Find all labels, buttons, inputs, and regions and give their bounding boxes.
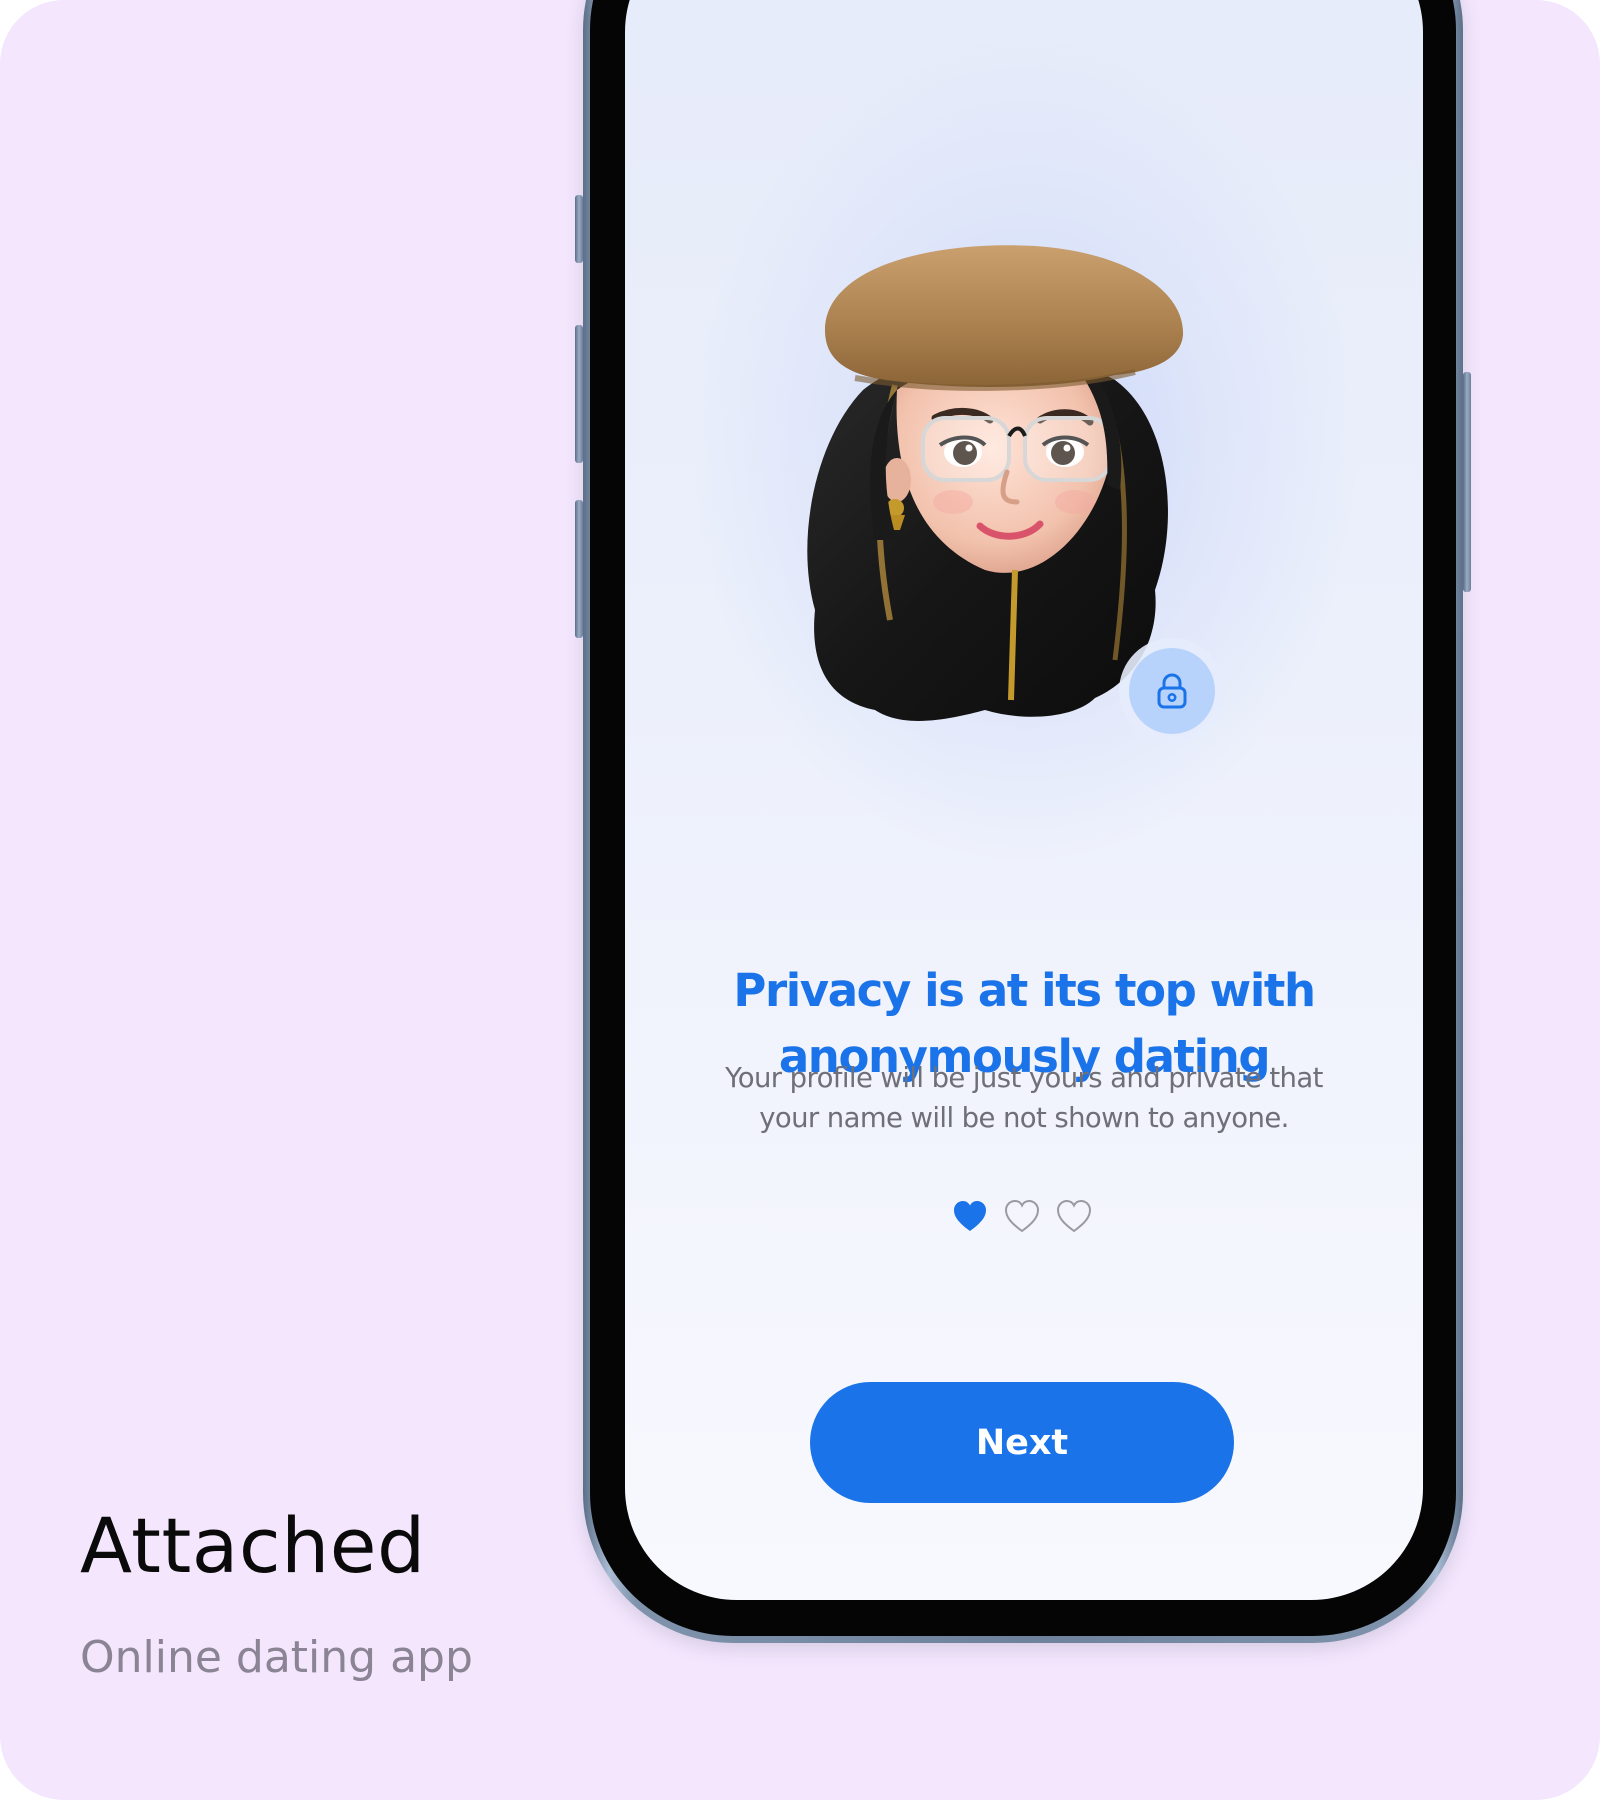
next-button[interactable]: Next	[810, 1382, 1234, 1503]
caption-subtitle: Online dating app	[80, 1632, 473, 1683]
heart-icon-inactive[interactable]	[1003, 1198, 1041, 1234]
headline-line-1: Privacy is at its top with	[733, 964, 1316, 1017]
privacy-lock-badge	[1129, 648, 1215, 734]
phone-volume-up-button	[575, 325, 583, 463]
showcase-card: Attached Online dating app Privacy is at…	[0, 0, 1600, 1800]
phone-screen: Privacy is at its top with anonymously d…	[625, 0, 1423, 1600]
caption-title: Attached	[80, 1501, 426, 1590]
onboarding-description: Your profile will be just yours and priv…	[625, 1058, 1423, 1138]
phone-power-button	[1463, 372, 1471, 592]
phone-action-button	[575, 195, 583, 263]
page-indicator	[951, 1196, 1097, 1236]
description-line-2: your name will be not shown to anyone.	[759, 1102, 1289, 1134]
phone-volume-down-button	[575, 500, 583, 638]
description-line-1: Your profile will be just yours and priv…	[725, 1062, 1323, 1094]
lock-icon	[1157, 673, 1187, 709]
heart-icon-active[interactable]	[951, 1198, 989, 1234]
heart-icon-inactive[interactable]	[1055, 1198, 1093, 1234]
